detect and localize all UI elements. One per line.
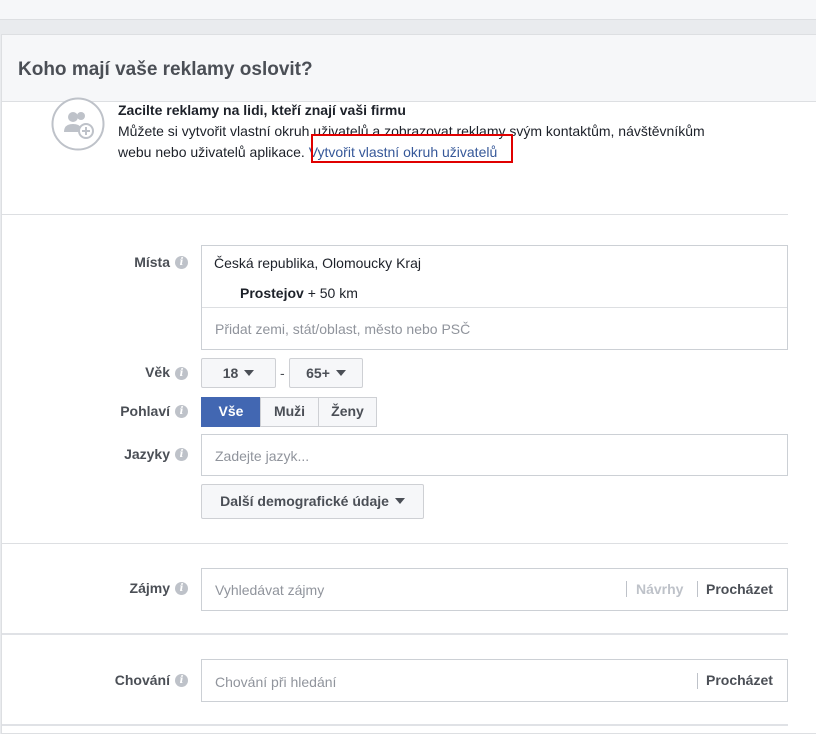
locations-box: Česká republika, Olomoucky Kraj Prostejo… [201,245,788,350]
divider-4 [2,724,788,726]
locations-inner-divider [202,307,787,308]
behaviors-separator [697,673,698,689]
gender-men-button[interactable]: Muži [260,397,319,427]
locations-input[interactable]: Přidat zemi, stát/oblast, město nebo PSČ [215,321,470,337]
age-info-icon[interactable]: i [175,367,188,380]
interests-label: Zájmy [129,580,170,596]
more-demographics-label: Další demografické údaje [220,493,389,509]
behaviors-info-icon[interactable]: i [175,674,188,687]
highlight-box [311,134,513,163]
interests-input[interactable]: Vyhledávat zájmy [215,582,324,598]
interests-field[interactable]: Vyhledávat zájmy Návrhy Procházet [201,568,788,611]
interests-browse-button[interactable]: Procházet [706,581,773,597]
location-country: Česká republika, Olomoucky Kraj [214,255,421,271]
chevron-down-icon [335,370,346,376]
divider-2 [2,543,788,544]
custom-audience-desc-line2: webu nebo uživatelů aplikace. [118,144,305,160]
more-demographics-button[interactable]: Další demografické údaje [201,484,424,519]
age-max-value: 65+ [306,365,330,381]
custom-audience-title: Zacilte reklamy na lidi, kteří znají vaš… [118,102,406,118]
gender-info-icon[interactable]: i [175,405,188,418]
panel-header: Koho mají vaše reklamy oslovit? [2,35,816,102]
interests-separator [626,581,627,597]
gender-label: Pohlaví [120,403,170,419]
age-dash: - [280,365,285,381]
behaviors-browse-button[interactable]: Procházet [706,672,773,688]
age-label: Věk [145,364,170,380]
languages-info-icon[interactable]: i [175,448,188,461]
behaviors-input[interactable]: Chování při hledání [215,674,336,690]
chevron-down-icon [244,370,255,376]
gender-women-button[interactable]: Ženy [318,397,377,427]
languages-input[interactable]: Zadejte jazyk... [215,448,309,464]
interests-separator-2 [697,581,698,597]
interests-info-icon[interactable]: i [175,582,188,595]
people-add-icon [51,97,105,151]
behaviors-field[interactable]: Chování při hledání Procházet [201,659,788,702]
behaviors-label: Chování [114,672,170,688]
location-radius[interactable]: + 50 km [308,285,358,301]
page-title: Koho mají vaše reklamy oslovit? [18,59,313,80]
location-city-row: Prostejov + 50 km [240,285,358,301]
interests-suggestions-button[interactable]: Návrhy [636,581,683,597]
divider-1 [2,214,788,215]
age-min-value: 18 [222,365,239,381]
top-divider [0,19,816,20]
gender-all-button[interactable]: Vše [201,397,261,427]
languages-label: Jazyky [124,446,170,462]
languages-field[interactable]: Zadejte jazyk... [201,434,788,476]
chevron-down-icon [394,498,405,504]
top-band [0,0,816,20]
location-city: Prostejov [240,285,304,301]
divider-3 [2,633,788,635]
locations-label: Místa [134,254,170,270]
locations-info-icon[interactable]: i [175,256,188,269]
age-max-select[interactable]: 65+ [289,358,363,388]
age-min-select[interactable]: 18 [201,358,276,388]
